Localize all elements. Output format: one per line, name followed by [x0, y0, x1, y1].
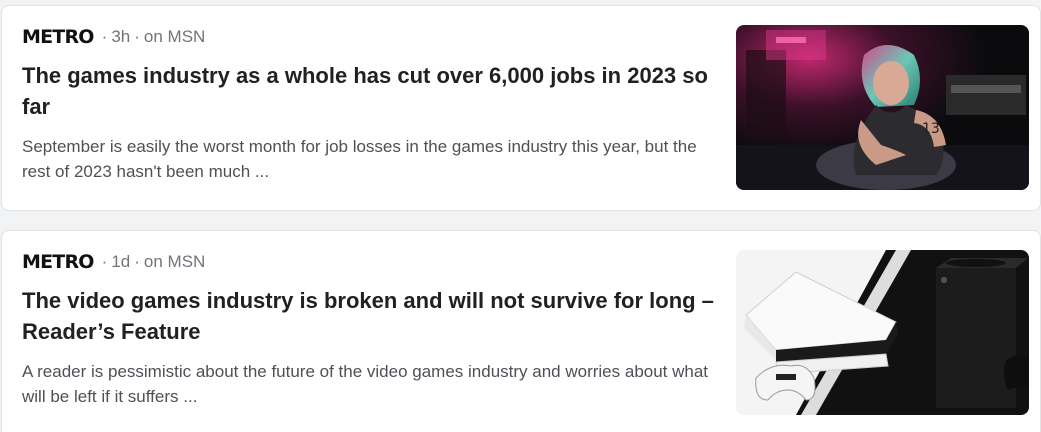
news-card-text: METRO · 1d · on MSN The video games indu… [22, 231, 722, 409]
news-card[interactable]: METRO · 3h · on MSN The games industry a… [1, 5, 1041, 211]
meta-separator: · [134, 252, 140, 271]
article-age: 3h [111, 27, 131, 46]
meta-separator: · [101, 252, 108, 271]
svg-text:13: 13 [922, 121, 940, 137]
meta-separator: · [101, 27, 108, 46]
article-thumbnail[interactable] [736, 250, 1029, 415]
article-meta: METRO · 3h · on MSN [22, 26, 722, 48]
article-meta: METRO · 1d · on MSN [22, 251, 722, 273]
article-title-link[interactable]: The video games industry is broken and w… [22, 285, 722, 347]
article-title-link[interactable]: The games industry as a whole has cut ov… [22, 60, 722, 122]
meta-separator: · [134, 27, 140, 46]
article-thumbnail[interactable]: 13 [736, 25, 1029, 190]
source-logo: METRO [22, 26, 94, 48]
article-platform: on MSN [143, 27, 206, 46]
article-snippet: September is easily the worst month for … [22, 137, 697, 181]
article-snippet: A reader is pessimistic about the future… [22, 362, 709, 406]
cyberpunk-character-image: 13 [736, 25, 1029, 190]
article-platform: on MSN [143, 252, 206, 271]
news-card[interactable]: METRO · 1d · on MSN The video games indu… [1, 230, 1041, 432]
game-consoles-image [736, 250, 1029, 415]
news-card-text: METRO · 3h · on MSN The games industry a… [22, 6, 722, 184]
article-age: 1d [111, 252, 131, 271]
source-logo: METRO [22, 251, 94, 273]
news-feed: METRO · 3h · on MSN The games industry a… [0, 0, 1041, 432]
